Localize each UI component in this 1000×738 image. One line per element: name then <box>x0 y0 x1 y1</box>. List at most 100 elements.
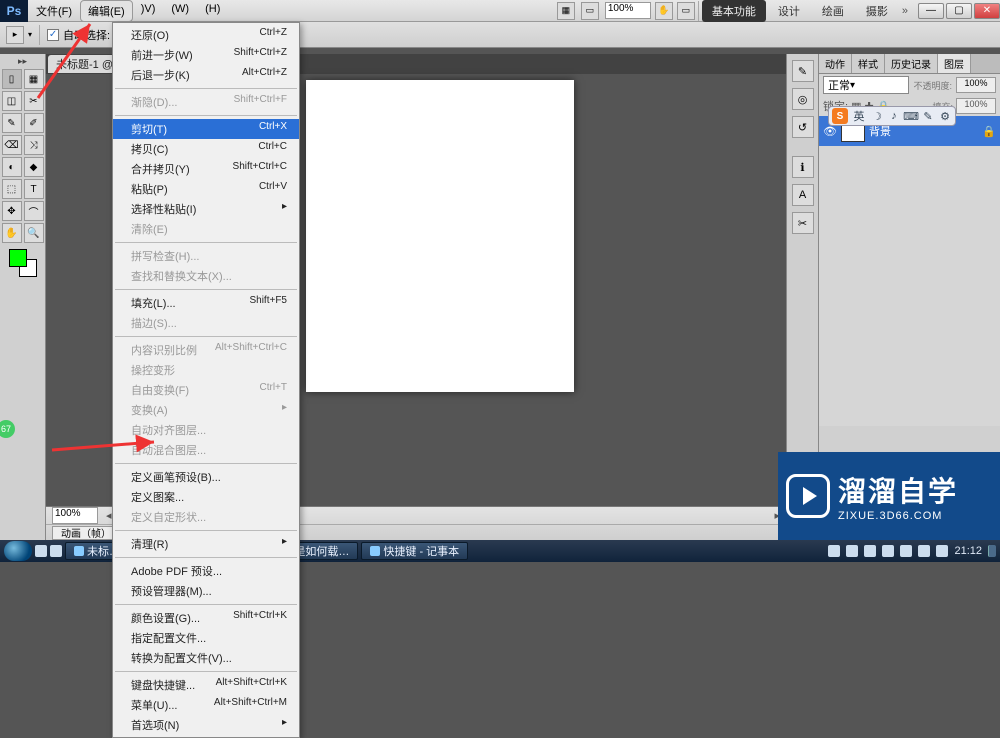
hand-icon[interactable]: ✋ <box>655 2 673 20</box>
adjust-panel-icon[interactable]: ✂ <box>792 212 814 234</box>
menuitem[interactable]: 定义图案... <box>113 487 299 507</box>
menu-view[interactable]: )V) <box>133 0 164 22</box>
fill-field[interactable]: 100% <box>956 98 996 114</box>
show-desktop-button[interactable] <box>988 545 996 557</box>
menuitem: 拼写检查(H)... <box>113 246 299 266</box>
ime-icon[interactable]: ☽ <box>870 109 884 123</box>
menuitem[interactable]: 颜色设置(G)...Shift+Ctrl+K <box>113 608 299 628</box>
menuitem[interactable]: 还原(O)Ctrl+Z <box>113 25 299 45</box>
tool-button-6[interactable]: ⌫ <box>2 135 22 155</box>
foreground-color-swatch[interactable] <box>9 249 27 267</box>
arrange-icon[interactable]: ▦ <box>557 2 575 20</box>
minimize-button[interactable]: — <box>918 3 944 19</box>
opacity-field[interactable]: 100% <box>956 77 996 93</box>
tool-button-3[interactable]: ✂ <box>24 91 44 111</box>
panel-tab-3[interactable]: 图层 <box>938 54 971 73</box>
watermark-url: ZIXUE.3D66.COM <box>838 510 958 522</box>
ime-icon[interactable]: ✎ <box>921 109 935 123</box>
tool-button-5[interactable]: ✐ <box>24 113 44 133</box>
workspace-tab-3[interactable]: 摄影 <box>856 0 898 22</box>
brush-panel-icon[interactable]: ✎ <box>792 60 814 82</box>
ime-icon[interactable]: ♪ <box>887 109 901 123</box>
info-panel-icon[interactable]: ℹ <box>792 156 814 178</box>
tool-button-13[interactable]: ⌒ <box>24 201 44 221</box>
menuitem[interactable]: 拷贝(C)Ctrl+C <box>113 139 299 159</box>
menuitem[interactable]: 首选项(N)▸ <box>113 715 299 735</box>
app-logo: Ps <box>0 0 28 22</box>
view-icon[interactable]: ▭ <box>677 2 695 20</box>
menuitem[interactable]: 粘贴(P)Ctrl+V <box>113 179 299 199</box>
menuitem: 描边(S)... <box>113 313 299 333</box>
tool-button-8[interactable]: ◐ <box>2 157 22 177</box>
tray-icon[interactable] <box>846 545 858 557</box>
tool-button-7[interactable]: ⤨ <box>24 135 44 155</box>
panel-tab-0[interactable]: 动作 <box>819 54 852 73</box>
tool-button-14[interactable]: ✋ <box>2 223 22 243</box>
tool-button-10[interactable]: ⬚ <box>2 179 22 199</box>
menuitem[interactable]: 预设管理器(M)... <box>113 581 299 601</box>
tool-button-11[interactable]: T <box>24 179 44 199</box>
menuitem[interactable]: 键盘快捷键...Alt+Shift+Ctrl+K <box>113 675 299 695</box>
panel-tab-1[interactable]: 样式 <box>852 54 885 73</box>
taskbar-button-3[interactable]: 快捷键 - 记事本 <box>361 542 468 560</box>
menu-edit[interactable]: 编辑(E) <box>80 0 133 22</box>
auto-select-checkbox[interactable] <box>47 29 59 41</box>
watermark-overlay: 溜溜自学 ZIXUE.3D66.COM <box>778 452 1000 540</box>
tool-button-15[interactable]: 🔍 <box>24 223 44 243</box>
tool-button-12[interactable]: ✥ <box>2 201 22 221</box>
menuitem[interactable]: 指定配置文件... <box>113 628 299 648</box>
move-tool-preview-icon: ▸ <box>6 26 24 44</box>
screen-mode-icon[interactable]: ▭ <box>581 2 599 20</box>
tool-button-9[interactable]: ◆ <box>24 157 44 177</box>
maximize-button[interactable]: ▢ <box>946 3 972 19</box>
menuitem[interactable]: 转换为配置文件(V)... <box>113 648 299 668</box>
quick-launch-icon[interactable] <box>35 545 47 557</box>
menu-file[interactable]: 文件(F) <box>28 0 80 22</box>
menu-help[interactable]: (H) <box>197 0 228 22</box>
menuitem[interactable]: 菜单(U)...Alt+Shift+Ctrl+M <box>113 695 299 715</box>
tray-icon[interactable] <box>936 545 948 557</box>
menuitem[interactable]: 剪切(T)Ctrl+X <box>113 119 299 139</box>
tray-icon[interactable] <box>882 545 894 557</box>
menuitem[interactable]: 填充(L)...Shift+F5 <box>113 293 299 313</box>
ime-toolbar[interactable]: S 英 ☽♪⌨✎⚙ <box>828 106 956 126</box>
tool-button-0[interactable]: ▯ <box>2 69 22 89</box>
menuitem[interactable]: 后退一步(K)Alt+Ctrl+Z <box>113 65 299 85</box>
document-canvas[interactable] <box>306 80 574 392</box>
tray-icon[interactable] <box>864 545 876 557</box>
history-panel-icon[interactable]: ↺ <box>792 116 814 138</box>
menuitem[interactable]: 定义画笔预设(B)... <box>113 467 299 487</box>
visibility-icon[interactable]: 👁 <box>823 125 837 138</box>
menuitem[interactable]: Adobe PDF 预设... <box>113 561 299 581</box>
menu-window[interactable]: (W) <box>163 0 197 22</box>
ime-lang-label[interactable]: 英 <box>852 109 866 123</box>
timeline-tab[interactable]: 动画（帧） <box>52 526 120 540</box>
ime-icon[interactable]: ⌨ <box>904 109 918 123</box>
panel-tab-2[interactable]: 历史记录 <box>885 54 938 73</box>
zoom-field[interactable]: 100% <box>605 2 651 19</box>
tool-button-2[interactable]: ◫ <box>2 91 22 111</box>
tool-button-1[interactable]: ▦ <box>24 69 44 89</box>
clock[interactable]: 21:12 <box>954 545 982 557</box>
tray-icon[interactable] <box>918 545 930 557</box>
close-button[interactable]: ✕ <box>974 3 1000 19</box>
menuitem[interactable]: 前进一步(W)Shift+Ctrl+Z <box>113 45 299 65</box>
tray-icon[interactable] <box>900 545 912 557</box>
tray-icon[interactable] <box>828 545 840 557</box>
menuitem[interactable]: 清理(R)▸ <box>113 534 299 554</box>
color-swatches[interactable] <box>9 249 37 277</box>
zoom-status-field[interactable]: 100% <box>52 507 98 524</box>
workspace-tab-2[interactable]: 绘画 <box>812 0 854 22</box>
chevrons-icon[interactable]: » <box>902 5 908 17</box>
clone-panel-icon[interactable]: ◎ <box>792 88 814 110</box>
workspace-tab-1[interactable]: 设计 <box>768 0 810 22</box>
char-panel-icon[interactable]: A <box>792 184 814 206</box>
workspace-tab-0[interactable]: 基本功能 <box>702 0 766 22</box>
ime-icon[interactable]: ⚙ <box>938 109 952 123</box>
start-button[interactable] <box>4 541 32 561</box>
menuitem[interactable]: 选择性粘贴(I)▸ <box>113 199 299 219</box>
tool-button-4[interactable]: ✎ <box>2 113 22 133</box>
quick-launch-icon[interactable] <box>50 545 62 557</box>
blend-mode-dropdown[interactable]: 正常 ▾ <box>823 76 909 94</box>
menuitem[interactable]: 合并拷贝(Y)Shift+Ctrl+C <box>113 159 299 179</box>
